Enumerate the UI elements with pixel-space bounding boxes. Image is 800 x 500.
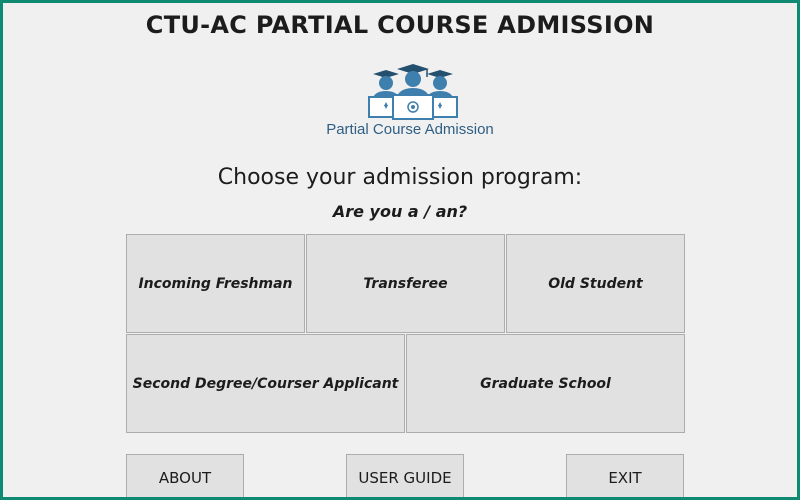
- exit-label: EXIT: [608, 469, 642, 487]
- user-guide-button[interactable]: USER GUIDE: [346, 454, 464, 497]
- graduate-school-label: Graduate School: [480, 375, 611, 392]
- transferee-label: Transferee: [363, 275, 448, 292]
- old-student-label: Old Student: [548, 275, 643, 292]
- exit-button[interactable]: EXIT: [566, 454, 684, 497]
- student-center-figure: [392, 64, 434, 120]
- admission-prompt: Choose your admission program:: [217, 165, 583, 190]
- page-title: CTU-AC PARTIAL COURSE ADMISSION: [145, 11, 655, 39]
- graduate-school-button[interactable]: Graduate School: [406, 334, 685, 433]
- admission-subprompt: Are you a / an?: [332, 202, 468, 221]
- app-window: CTU-AC PARTIAL COURSE ADMISSION Partial …: [3, 3, 797, 497]
- logo-caption: Partial Course Admission: [326, 121, 494, 138]
- user-guide-label: USER GUIDE: [358, 469, 452, 487]
- incoming-freshman-button[interactable]: Incoming Freshman: [126, 234, 305, 333]
- old-student-button[interactable]: Old Student: [506, 234, 685, 333]
- about-button[interactable]: ABOUT: [126, 454, 244, 497]
- about-label: ABOUT: [158, 469, 212, 487]
- incoming-freshman-label: Incoming Freshman: [138, 275, 293, 292]
- second-degree-button[interactable]: Second Degree/Courser Applicant: [126, 334, 405, 433]
- second-degree-label: Second Degree/Courser Applicant: [132, 375, 399, 392]
- transferee-button[interactable]: Transferee: [306, 234, 505, 333]
